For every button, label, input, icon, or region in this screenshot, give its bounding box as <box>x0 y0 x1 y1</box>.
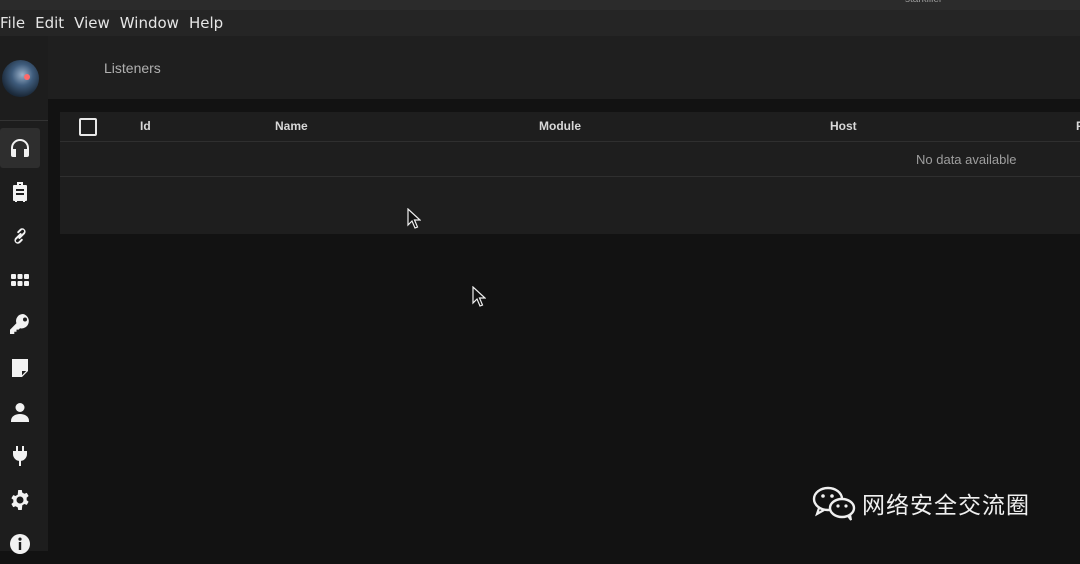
nav-users[interactable] <box>0 392 40 432</box>
listeners-table: Id Name Module Host P No data available <box>60 112 1080 234</box>
table-header: Id Name Module Host P <box>60 112 1080 142</box>
column-header-host[interactable]: Host <box>830 119 857 133</box>
user-icon <box>11 403 29 422</box>
menu-file[interactable]: File <box>0 14 30 32</box>
main-content: Listeners Id Name Module Host P No data … <box>48 36 1080 551</box>
window-user-label: starkiller <box>905 0 942 5</box>
menu-bar: File Edit View Window Help <box>0 10 1080 36</box>
column-header-id[interactable]: Id <box>140 119 151 133</box>
nav-about[interactable] <box>0 524 40 564</box>
nav-listeners[interactable] <box>0 128 40 168</box>
gear-icon <box>11 490 29 510</box>
column-header-name[interactable]: Name <box>275 119 308 133</box>
nav-plugins[interactable] <box>0 436 40 476</box>
mouse-cursor-icon <box>472 286 486 307</box>
window-titlebar: starkiller <box>0 0 1080 10</box>
menu-window[interactable]: Window <box>115 14 184 32</box>
nav-reporting[interactable] <box>0 348 40 388</box>
page-header: Listeners <box>48 36 1080 99</box>
link-icon <box>14 228 26 244</box>
watermark: 网络安全交流圈 <box>812 485 1030 521</box>
menu-view[interactable]: View <box>69 14 115 32</box>
nav-modules[interactable] <box>0 260 40 300</box>
column-header-port[interactable]: P <box>1076 119 1080 133</box>
divider <box>0 120 48 121</box>
nav-credentials[interactable] <box>0 304 40 344</box>
table-row: No data available <box>60 143 1080 177</box>
avatar[interactable] <box>2 60 39 97</box>
key-icon <box>10 314 29 334</box>
plug-icon <box>13 446 27 466</box>
briefcase-icon <box>13 182 27 202</box>
page-title: Listeners <box>104 60 161 76</box>
info-icon <box>10 534 30 554</box>
grid-icon <box>11 274 29 286</box>
sidebar <box>0 36 48 554</box>
nav-stagers[interactable] <box>0 216 40 256</box>
nav-agents[interactable] <box>0 172 40 212</box>
column-header-module[interactable]: Module <box>539 119 581 133</box>
mouse-cursor-icon <box>407 208 421 229</box>
menu-edit[interactable]: Edit <box>30 14 69 32</box>
select-all-checkbox[interactable] <box>79 118 97 136</box>
headphones-icon <box>11 139 29 157</box>
note-icon <box>12 359 28 377</box>
wechat-icon <box>812 486 856 521</box>
empty-state-text: No data available <box>916 152 1017 167</box>
menu-help[interactable]: Help <box>184 14 228 32</box>
watermark-text: 网络安全交流圈 <box>862 493 1030 519</box>
nav-settings[interactable] <box>0 480 40 520</box>
avatar-eye <box>24 74 30 80</box>
